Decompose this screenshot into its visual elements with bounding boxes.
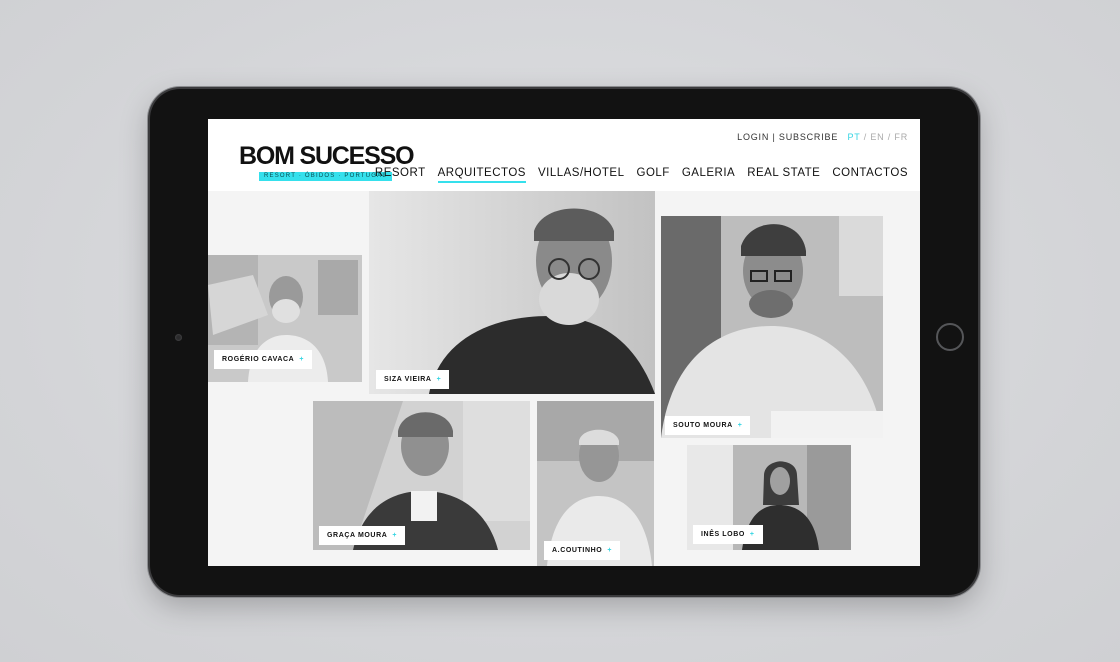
lang-en[interactable]: EN bbox=[870, 132, 884, 142]
architect-photo bbox=[369, 191, 655, 394]
camera-dot bbox=[175, 334, 182, 341]
architect-card[interactable]: INÊS LOBO + bbox=[687, 445, 851, 550]
nav-contactos[interactable]: CONTACTOS bbox=[832, 167, 908, 183]
lang-separator: / bbox=[887, 132, 892, 142]
lang-separator: / bbox=[863, 132, 868, 142]
architect-label[interactable]: SIZA VIEIRA + bbox=[376, 370, 450, 389]
main-nav: RESORT ARQUITECTOS VILLAS/HOTEL GOLF GAL… bbox=[375, 167, 908, 183]
architect-label[interactable]: GRAÇA MOURA + bbox=[319, 526, 406, 545]
lang-pt[interactable]: PT bbox=[847, 132, 860, 142]
utility-separator: | bbox=[772, 132, 776, 142]
architect-card[interactable]: SOUTO MOURA + bbox=[661, 216, 883, 438]
architect-label[interactable]: SOUTO MOURA + bbox=[665, 416, 751, 435]
logo[interactable]: BOM SUCESSO bbox=[239, 144, 415, 169]
architect-label[interactable]: INÊS LOBO + bbox=[693, 525, 763, 544]
architect-label[interactable]: ROGÉRIO CAVACA + bbox=[214, 350, 313, 369]
login-link[interactable]: LOGIN bbox=[737, 132, 769, 142]
architect-photo bbox=[661, 216, 883, 438]
nav-villas-hotel[interactable]: VILLAS/HOTEL bbox=[538, 167, 625, 183]
logo-tagline: RESORT · ÓBIDOS · PORTUGAL bbox=[259, 172, 392, 181]
nav-resort[interactable]: RESORT bbox=[375, 167, 426, 183]
home-button[interactable] bbox=[936, 323, 964, 351]
lang-fr[interactable]: FR bbox=[894, 132, 908, 142]
subscribe-link[interactable]: SUBSCRIBE bbox=[779, 132, 838, 142]
architect-card[interactable]: ROGÉRIO CAVACA + bbox=[208, 255, 362, 382]
site-header: BOM SUCESSO RESORT · ÓBIDOS · PORTUGAL L… bbox=[208, 119, 920, 191]
tablet-screen: BOM SUCESSO RESORT · ÓBIDOS · PORTUGAL L… bbox=[208, 119, 920, 566]
nav-galeria[interactable]: GALERIA bbox=[682, 167, 735, 183]
nav-real-state[interactable]: REAL STATE bbox=[747, 167, 820, 183]
architect-card[interactable]: A.COUTINHO + bbox=[537, 401, 654, 566]
nav-arquitectos[interactable]: ARQUITECTOS bbox=[437, 167, 526, 183]
nav-golf[interactable]: GOLF bbox=[637, 167, 670, 183]
architect-label[interactable]: A.COUTINHO + bbox=[544, 541, 621, 560]
architect-card[interactable]: SIZA VIEIRA + bbox=[369, 191, 655, 394]
architect-card[interactable]: GRAÇA MOURA + bbox=[313, 401, 530, 550]
tablet-device: BOM SUCESSO RESORT · ÓBIDOS · PORTUGAL L… bbox=[150, 89, 978, 595]
architects-grid: ROGÉRIO CAVACA + SIZA VIEIRA + SOUTO MOU… bbox=[208, 191, 920, 566]
utility-bar: LOGIN | SUBSCRIBE PT / EN / FR bbox=[737, 132, 908, 142]
